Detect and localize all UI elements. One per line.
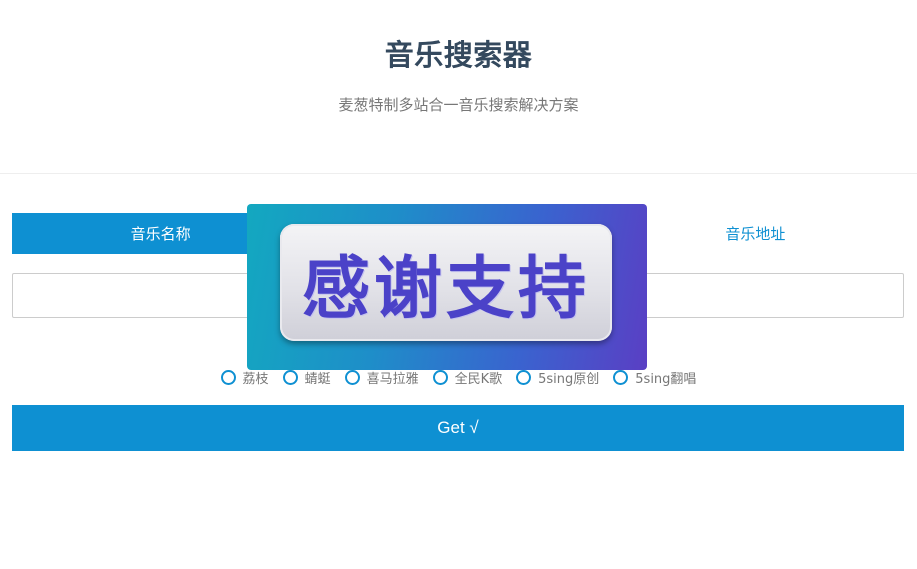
- radio-unchecked-icon: [344, 370, 360, 385]
- get-button[interactable]: Get √: [12, 405, 904, 451]
- radio-unchecked-icon: [432, 370, 448, 385]
- radio-label: 喜马拉雅: [366, 372, 419, 387]
- radio-label: 荔枝: [242, 372, 269, 387]
- thanks-overlay-banner: 感谢支持: [247, 204, 647, 370]
- thanks-overlay-card: 感谢支持: [280, 224, 612, 341]
- radio-kge[interactable]: 全民K歌: [432, 368, 503, 387]
- page-subtitle: 麦葱特制多站合一音乐搜索解决方案: [338, 96, 579, 114]
- radio-label: 5sing原创: [538, 372, 600, 387]
- radio-5sing-original[interactable]: 5sing原创: [516, 368, 599, 387]
- radio-label: 全民K歌: [454, 372, 503, 387]
- page-title: 音乐搜索器: [384, 38, 533, 72]
- thanks-overlay-text: 感谢支持: [301, 250, 590, 329]
- radio-ximalaya[interactable]: 喜马拉雅: [344, 368, 419, 387]
- radio-unchecked-icon: [220, 370, 236, 385]
- header-divider: [0, 173, 917, 174]
- radio-unchecked-icon: [516, 370, 532, 385]
- radio-qingting[interactable]: 蜻蜓: [282, 368, 331, 387]
- radio-label: 5sing翻唱: [635, 372, 697, 387]
- radio-unchecked-icon: [282, 370, 298, 385]
- radio-label: 蜻蜓: [304, 372, 331, 387]
- radio-lizhi[interactable]: 荔枝: [220, 368, 269, 387]
- radio-5sing-cover[interactable]: 5sing翻唱: [613, 368, 696, 387]
- radio-unchecked-icon: [613, 370, 629, 385]
- source-radio-row-2: 荔枝 蜻蜓 喜马拉雅 全民K歌 5sing原创 5sing翻唱: [0, 368, 917, 387]
- tab-music-url[interactable]: 音乐地址: [607, 213, 904, 254]
